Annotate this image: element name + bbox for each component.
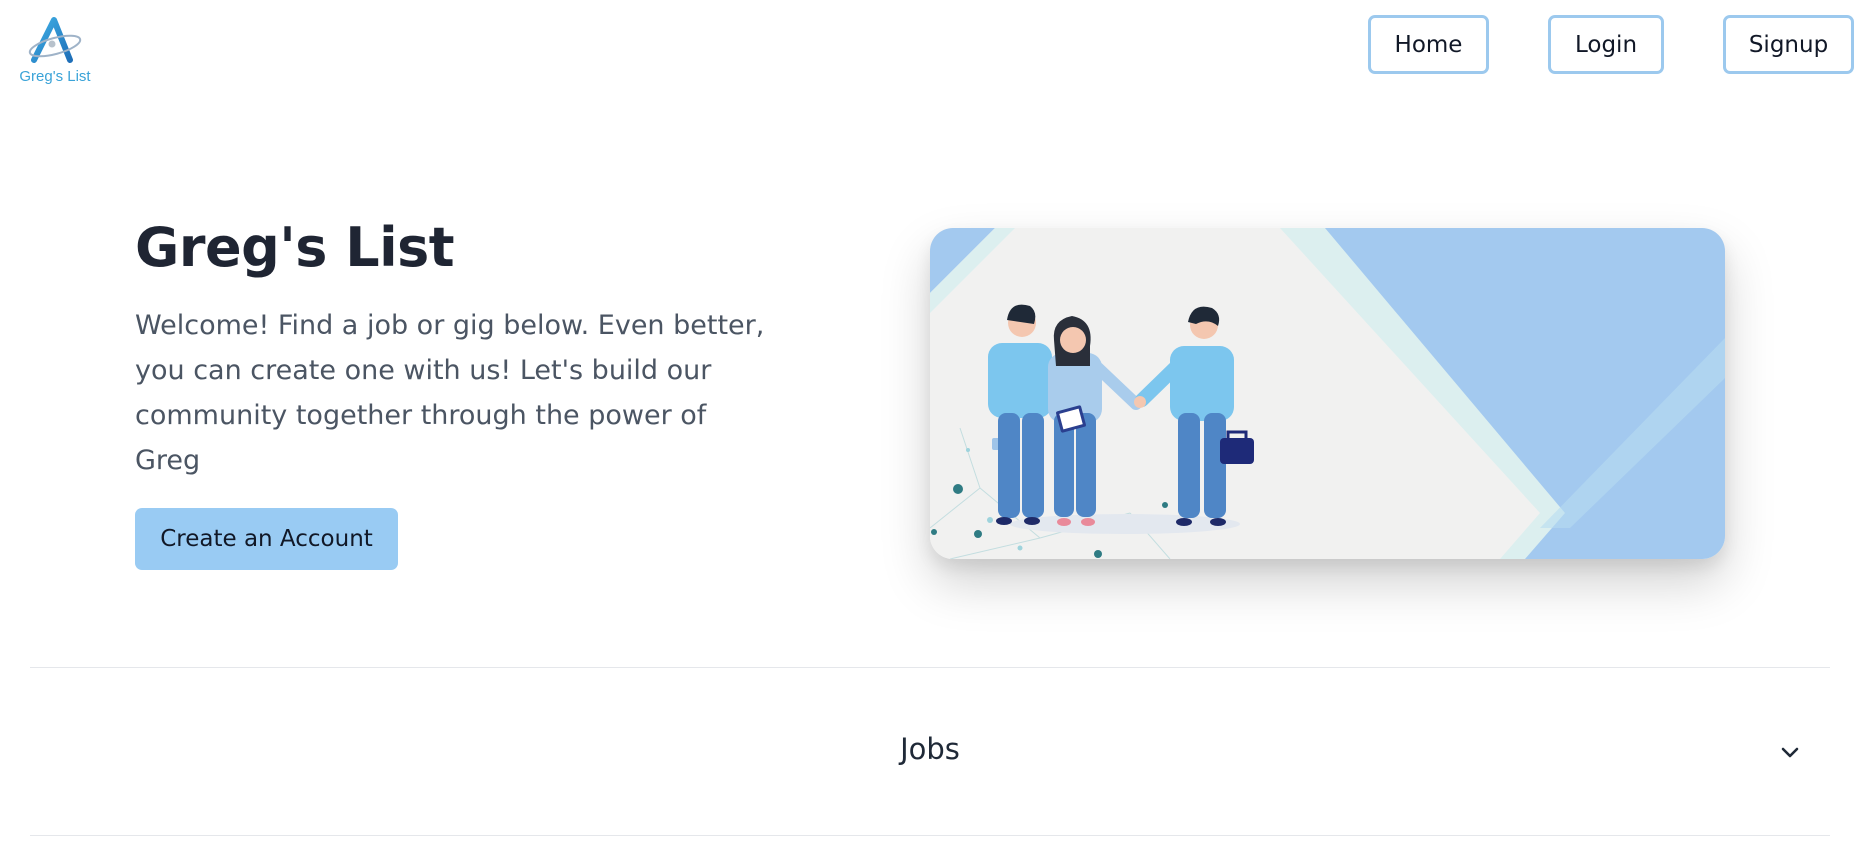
logo-text: Greg's List: [19, 68, 91, 85]
hero-description: Welcome! Find a job or gig below. Even b…: [135, 310, 765, 476]
greg-a-logo-icon: [28, 17, 82, 63]
jobs-accordion-label: Jobs: [900, 732, 960, 766]
section-divider-bottom: [30, 835, 1830, 836]
hero-title: Greg's List: [135, 216, 455, 279]
signup-button[interactable]: Signup: [1723, 15, 1854, 74]
login-button[interactable]: Login: [1548, 15, 1664, 74]
chevron-down-icon: [1781, 747, 1799, 758]
home-button[interactable]: Home: [1368, 15, 1489, 74]
hero-image: [930, 228, 1725, 559]
team-handshake-illustration: [930, 228, 1725, 559]
logo-link[interactable]: Greg's List: [12, 16, 98, 90]
jobs-accordion-toggle[interactable]: Jobs: [30, 668, 1830, 834]
create-account-button[interactable]: Create an Account: [135, 508, 398, 570]
